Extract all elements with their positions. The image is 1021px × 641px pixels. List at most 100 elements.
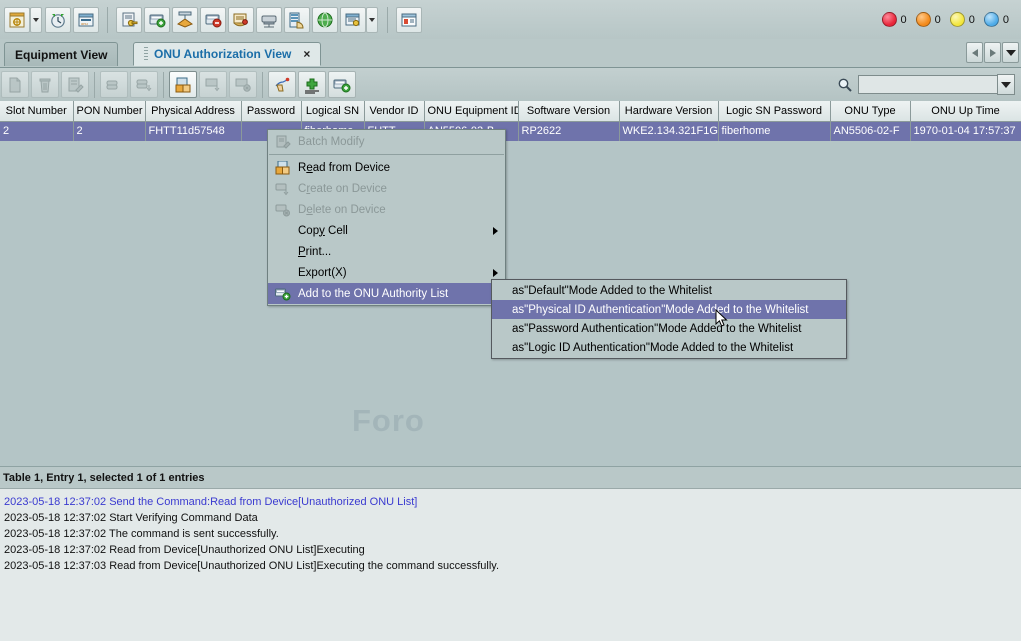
column-header-onu-type[interactable]: ONU Type [830,101,911,122]
tab-equipment-view[interactable]: Equipment View [4,42,119,66]
warning-alarm-indicator[interactable]: 0 [983,12,1009,27]
delete-icon[interactable] [31,71,59,98]
toolbar-group-3 [392,6,426,33]
window-icon[interactable] [396,6,422,33]
network-scan-icon[interactable] [172,6,198,33]
cell-logic-sn-password[interactable]: fiberhome [718,121,831,141]
tab-onu-authorization-view[interactable]: ONU Authorization View × [133,42,322,66]
menu-item-copy-cell[interactable]: Copy Cell [268,220,505,241]
tab-scroll-right-button[interactable] [984,42,1001,63]
log-line: 2023-05-18 12:37:02 Read from Device[Una… [4,544,365,556]
cell-slot-number[interactable]: 2 [0,121,74,141]
submenu-arrow-icon [493,268,498,277]
chevron-down-icon [1005,49,1016,56]
tab-scroll-left-button[interactable] [966,42,983,63]
menu-item-copy-cell-label: Copy Cell [298,224,348,237]
save-records-icon[interactable] [130,71,158,98]
globe-icon[interactable] [312,6,338,33]
account-key-icon[interactable] [116,6,142,33]
report-dropdown-arrow[interactable] [366,6,378,33]
search-input[interactable] [858,75,998,94]
column-header-logical-sn[interactable]: Logical SN [301,101,365,122]
chevron-left-icon [971,48,978,57]
new-icon[interactable] [1,71,29,98]
report-icon[interactable] [340,6,366,33]
batch-modify-icon [274,134,292,150]
tab-list-button[interactable] [1002,42,1019,63]
major-alarm-indicator[interactable]: 0 [915,12,941,27]
cell-hardware-version[interactable]: WKE2.134.321F1G [619,121,719,141]
create-on-device-icon[interactable] [199,71,227,98]
column-header-slot-number[interactable]: Slot Number [0,101,74,122]
topology-icon[interactable] [4,6,30,33]
topology-dropdown-arrow[interactable] [30,6,42,33]
menu-item-batch-modify-label: Batch Modify [298,135,365,148]
device-add-icon[interactable] [144,6,170,33]
search-icon[interactable] [834,74,856,96]
alarm-status-leds: 0 0 0 0 [873,12,1021,27]
command-log-panel[interactable]: 2023-05-18 12:37:02 Send the Command:Rea… [0,488,1021,641]
cell-physical-address[interactable]: FHTT11d57548 [145,121,242,141]
timer-icon[interactable] [45,6,71,33]
column-header-physical-address[interactable]: Physical Address [145,101,242,122]
toolbar-group-2 [112,6,383,33]
no-icon-spacer [274,223,292,239]
cell-onu-type[interactable]: AN5506-02-F [830,121,911,141]
submenu-item-physical-id-authentication-mode[interactable]: as"Physical ID Authentication"Mode Added… [492,300,846,319]
menu-item-print[interactable]: Print... [268,241,505,262]
column-header-vendor-id[interactable]: Vendor ID [364,101,425,122]
read-from-device-icon[interactable] [169,71,197,98]
menu-item-print-label: Print... [298,245,332,258]
add-to-whitelist-icon [274,286,292,302]
menu-item-export[interactable]: Export(X) [268,262,505,283]
copy-records-icon[interactable] [100,71,128,98]
search-dropdown-button[interactable] [997,74,1015,95]
major-alarm-led [915,12,931,27]
view-toolbar-divider-3 [262,71,263,98]
critical-alarm-led [881,12,897,27]
modify-icon[interactable] [61,71,89,98]
watermark-text: Foro [352,403,425,438]
submenu-item-default-mode[interactable]: as"Default"Mode Added to the Whitelist [492,281,846,300]
submenu-item-logic-id-authentication-mode[interactable]: as"Logic ID Authentication"Mode Added to… [492,338,846,357]
table-status-bar: Table 1, Entry 1, selected 1 of 1 entrie… [0,466,1021,489]
column-header-onu-equipment-id[interactable]: ONU Equipment ID [424,101,519,122]
onu-list-icon[interactable]: onu [73,6,99,33]
add-row-icon[interactable] [298,71,326,98]
column-header-onu-up-time[interactable]: ONU Up Time [910,101,1021,122]
select-point-icon[interactable] [268,71,296,98]
submenu-item-password-authentication-mode[interactable]: as"Password Authentication"Mode Added to… [492,319,846,338]
table-row[interactable]: 2 2 FHTT11d57548 fiberhome FHTT AN5506-0… [0,121,1021,141]
menu-separator [269,154,504,155]
menu-item-read-from-device[interactable]: Read from Device [268,157,505,178]
critical-alarm-indicator[interactable]: 0 [881,12,907,27]
menu-item-create-on-device: Create on Device [268,178,505,199]
column-header-logic-sn-password[interactable]: Logic SN Password [718,101,831,122]
column-header-password[interactable]: Password [241,101,302,122]
add-to-whitelist-icon[interactable] [328,71,356,98]
server-icon[interactable] [256,6,282,33]
submenu-arrow-icon [493,226,498,235]
toolbar-divider [107,6,108,33]
cell-pon-number[interactable]: 2 [73,121,146,141]
cell-software-version[interactable]: RP2622 [518,121,620,141]
menu-item-add-to-onu-authority-list[interactable]: Add to the ONU Authority List [268,283,505,304]
major-alarm-count: 0 [934,13,941,26]
no-icon-spacer [274,244,292,260]
minor-alarm-indicator[interactable]: 0 [949,12,975,27]
device-remove-icon[interactable] [200,6,226,33]
alarm-notice-icon[interactable] [228,6,254,33]
whitelist-mode-submenu: as"Default"Mode Added to the Whitelist a… [491,279,847,359]
critical-alarm-count: 0 [900,13,907,26]
rack-manage-icon[interactable] [284,6,310,33]
column-header-pon-number[interactable]: PON Number [73,101,146,122]
table-context-menu: Batch Modify Read from Device Create on … [267,129,506,306]
delete-on-device-icon[interactable] [229,71,257,98]
cell-onu-up-time[interactable]: 1970-01-04 17:57:37 [910,121,1021,141]
close-icon[interactable]: × [303,47,310,61]
toolbar-group-1: onu [0,6,103,33]
view-toolbar-divider-2 [163,71,164,98]
tab-onu-authorization-view-label: ONU Authorization View [154,47,292,61]
column-header-hardware-version[interactable]: Hardware Version [619,101,719,122]
column-header-software-version[interactable]: Software Version [518,101,620,122]
